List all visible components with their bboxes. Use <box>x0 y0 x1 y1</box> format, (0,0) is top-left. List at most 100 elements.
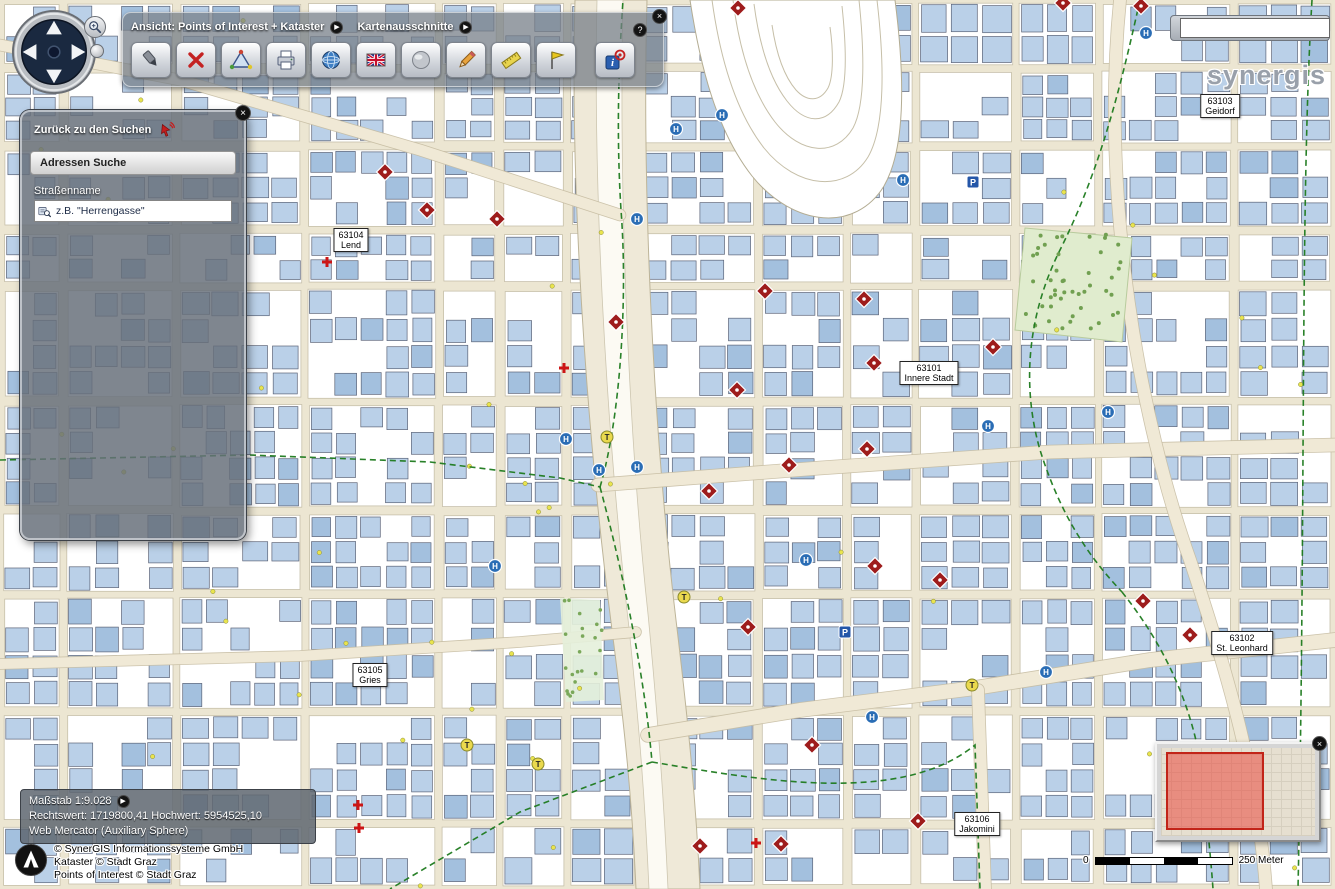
transit-stop-marker[interactable]: H <box>897 174 910 187</box>
street-search-icon <box>38 205 51 218</box>
globe-icon <box>319 48 343 72</box>
transit-stop-marker[interactable]: H <box>1140 27 1153 40</box>
tool-sphere-3d-button[interactable] <box>401 42 441 78</box>
transit-stop-marker[interactable]: H <box>800 554 813 567</box>
svg-text:T: T <box>970 681 975 690</box>
transit-stop-marker[interactable]: H <box>982 420 995 433</box>
scalebar-end-label: 250 Meter <box>1239 855 1284 866</box>
transit-stop-marker[interactable]: H <box>593 464 606 477</box>
tram-stop-marker[interactable]: T <box>461 739 473 751</box>
zoom-window-button[interactable] <box>84 16 106 38</box>
tool-language-english-button[interactable] <box>356 42 396 78</box>
tool-globe-button[interactable] <box>311 42 351 78</box>
svg-text:T: T <box>465 741 470 750</box>
tool-redline-delete-button[interactable] <box>176 42 216 78</box>
webgis-application: HHHHHHHHHHHHHHTTTTTPP 63103Geidorf63104L… <box>0 0 1335 889</box>
svg-text:P: P <box>842 628 848 638</box>
scale-indicator: Maßstab 1:9.028 <box>29 794 112 809</box>
synergis-footer-logo <box>14 843 48 877</box>
transit-stop-marker[interactable]: H <box>631 213 644 226</box>
parking-marker[interactable]: P <box>967 176 979 188</box>
svg-text:H: H <box>673 125 679 134</box>
tram-stop-marker[interactable]: T <box>966 679 978 691</box>
svg-text:H: H <box>869 713 875 722</box>
measure-distance-icon <box>499 48 523 72</box>
toolbar-help-button[interactable]: ? <box>633 23 647 37</box>
magnifier-plus-icon <box>88 20 102 34</box>
draw-pencil-icon <box>454 48 478 72</box>
back-to-searches-link[interactable]: Zurück zu den Suchen <box>34 124 151 136</box>
coordinates-indicator: Rechtswert: 1719800,41 Hochwert: 5954525… <box>29 809 307 824</box>
overview-close-button[interactable]: × <box>1312 736 1327 751</box>
toolbar-close-button[interactable]: × <box>652 9 667 24</box>
search-bar <box>1170 15 1330 41</box>
svg-text:H: H <box>634 463 640 472</box>
svg-text:H: H <box>719 111 725 120</box>
tools-row: i <box>131 42 655 78</box>
measure-area-icon <box>229 48 253 72</box>
zoom-slider-knob[interactable] <box>90 44 104 58</box>
sphere-3d-icon <box>409 48 433 72</box>
projection-indicator: Web Mercator (Auxiliary Sphere) <box>29 824 307 839</box>
transit-stop-marker[interactable]: H <box>670 123 683 136</box>
copyright-line-3: Points of Interest © Stadt Graz <box>54 869 243 882</box>
language-english-icon <box>364 48 388 72</box>
svg-text:T: T <box>605 433 610 442</box>
tram-stop-marker[interactable]: T <box>678 591 690 603</box>
svg-text:H: H <box>900 176 906 185</box>
transit-stop-marker[interactable]: H <box>716 109 729 122</box>
svg-text:H: H <box>492 562 498 571</box>
transit-stop-marker[interactable]: H <box>1102 406 1115 419</box>
svg-text:H: H <box>1143 29 1149 38</box>
synergis-logo: synergis <box>1207 60 1326 91</box>
address-search-panel: × Zurück zu den Suchen Adressen Suche St… <box>20 110 246 540</box>
scale-select-button[interactable]: ▶ <box>117 795 130 808</box>
svg-text:T: T <box>682 593 687 602</box>
overview-viewport[interactable] <box>1166 752 1264 830</box>
svg-text:P: P <box>970 178 976 188</box>
svg-text:H: H <box>1105 408 1111 417</box>
copyright-line-2: Kataster © Stadt Graz <box>54 856 243 869</box>
svg-text:H: H <box>985 422 991 431</box>
redline-marker-icon <box>139 48 163 72</box>
view-title: Ansicht: Points of Interest + Kataster <box>131 21 324 33</box>
parking-marker[interactable]: P <box>839 626 851 638</box>
svg-text:H: H <box>803 556 809 565</box>
status-bar: Maßstab 1:9.028 ▶ Rechtswert: 1719800,41… <box>20 789 316 844</box>
transit-stop-marker[interactable]: H <box>866 711 879 724</box>
panel-close-button[interactable]: × <box>235 105 251 121</box>
svg-text:T: T <box>536 760 541 769</box>
transit-stop-marker[interactable]: H <box>631 461 644 474</box>
scalebar-start-label: 0 <box>1083 855 1089 866</box>
transit-stop-marker[interactable]: H <box>1040 666 1053 679</box>
identify-info-icon: i <box>603 48 627 72</box>
print-icon <box>274 48 298 72</box>
copyright-block: © SynerGIS Informationssysteme GmbH Kata… <box>14 843 243 882</box>
address-search-header[interactable]: Adressen Suche <box>30 151 236 175</box>
map-extents-button[interactable]: ▶ <box>459 21 472 34</box>
svg-text:H: H <box>634 215 640 224</box>
tram-stop-marker[interactable]: T <box>601 431 613 443</box>
tool-redline-marker-button[interactable] <box>131 42 171 78</box>
panel-header: Zurück zu den Suchen <box>22 112 244 143</box>
view-cycle-button[interactable]: ▶ <box>330 21 343 34</box>
search-input[interactable] <box>1180 18 1330 38</box>
set-flag-icon <box>544 48 568 72</box>
tool-identify-info-button[interactable]: i <box>595 42 635 78</box>
street-name-input[interactable] <box>54 204 228 218</box>
toolbar-titlebar: Ansicht: Points of Interest + Kataster ▶… <box>131 17 655 37</box>
svg-text:H: H <box>596 466 602 475</box>
tool-measure-area-button[interactable] <box>221 42 261 78</box>
transit-stop-marker[interactable]: H <box>560 433 573 446</box>
transit-stop-marker[interactable]: H <box>489 560 502 573</box>
search-pointer-icon <box>157 121 175 139</box>
tool-set-flag-button[interactable] <box>536 42 576 78</box>
svg-text:H: H <box>1043 668 1049 677</box>
tool-print-button[interactable] <box>266 42 306 78</box>
scalebar-graphic <box>1095 857 1233 865</box>
tool-measure-distance-button[interactable] <box>491 42 531 78</box>
street-name-field <box>34 200 232 222</box>
tool-draw-pencil-button[interactable] <box>446 42 486 78</box>
tram-stop-marker[interactable]: T <box>532 758 544 770</box>
overview-map: × <box>1155 742 1321 842</box>
